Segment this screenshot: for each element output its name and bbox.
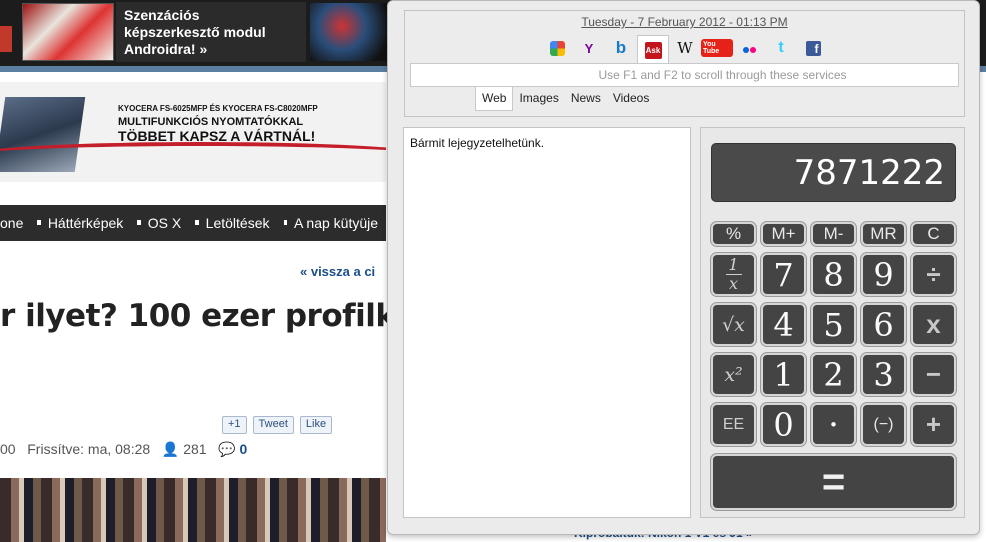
- search-service-bar: Y b Ask W You Tube t f: [541, 35, 829, 65]
- memory-recall-button[interactable]: MR: [861, 222, 906, 246]
- negate-button[interactable]: (−): [861, 403, 906, 446]
- nav-item[interactable]: A nap kütyüje: [294, 215, 378, 231]
- social-buttons: +1 Tweet Like: [222, 416, 333, 434]
- reciprocal-denominator: x: [728, 274, 739, 293]
- article-meta: 00 Frissítve: ma, 08:28 👤 281 💬 0: [0, 441, 247, 458]
- calculator-display: 7871222: [711, 143, 956, 202]
- multiply-button[interactable]: x: [911, 303, 956, 346]
- ask-service[interactable]: Ask: [637, 35, 669, 65]
- tweet-button[interactable]: Tweet: [252, 416, 294, 434]
- nav-item[interactable]: one: [0, 215, 23, 231]
- equals-button[interactable]: =: [711, 454, 956, 510]
- memory-add-button[interactable]: M+: [761, 222, 806, 246]
- search-type-tabs: Web Images News Videos: [475, 87, 655, 111]
- square-button[interactable]: x²: [711, 353, 756, 396]
- reciprocal-numerator: 1: [728, 255, 739, 274]
- comment-icon: 💬: [218, 441, 236, 457]
- view-count: 281: [183, 441, 207, 457]
- article-image: [0, 478, 386, 542]
- digit-4-button[interactable]: 4: [761, 303, 806, 346]
- yahoo-icon: Y: [584, 40, 594, 56]
- twitter-service[interactable]: t: [765, 35, 797, 61]
- wikipedia-service[interactable]: W: [669, 35, 701, 61]
- nav-separator: [37, 219, 41, 225]
- promo-box[interactable]: Szenzációs képszerkesztő modul Androidra…: [116, 2, 306, 62]
- clear-button[interactable]: C: [911, 222, 956, 246]
- notes-textarea[interactable]: [403, 127, 691, 518]
- nav-item[interactable]: Letöltések: [206, 215, 270, 231]
- digit-8-button[interactable]: 8: [811, 253, 856, 296]
- banner-swoosh: [0, 142, 386, 172]
- youtube-icon: You Tube: [701, 39, 733, 57]
- wikipedia-icon: W: [677, 39, 693, 57]
- digit-3-button[interactable]: 3: [861, 353, 906, 396]
- facebook-icon: f: [805, 40, 821, 56]
- tab-web[interactable]: Web: [475, 87, 514, 111]
- sidebar-widget-panel: Tuesday - 7 February 2012 - 01:13 PM Y b…: [387, 0, 980, 535]
- divide-button[interactable]: ÷: [911, 253, 956, 296]
- promo-thumbnail-2[interactable]: [310, 3, 390, 61]
- nav-separator: [137, 219, 141, 225]
- tab-news[interactable]: News: [565, 87, 607, 111]
- flickr-service[interactable]: [733, 35, 765, 61]
- nav-item[interactable]: Háttérképek: [48, 215, 123, 231]
- reciprocal-fraction: 1 x: [725, 255, 742, 293]
- percent-button[interactable]: %: [711, 222, 756, 246]
- article-updated: Frissítve: ma, 08:28: [27, 441, 151, 457]
- memory-subtract-button[interactable]: M-: [811, 222, 856, 246]
- comment-count[interactable]: 0: [240, 441, 248, 457]
- decimal-button[interactable]: ·: [811, 403, 856, 446]
- banner-line-1: KYOCERA FS-6025MFP ÉS KYOCERA FS-C8020MF…: [118, 104, 318, 113]
- article-headline: r ilyet? 100 ezer profilkép: [0, 298, 437, 334]
- digit-0-button[interactable]: 0: [761, 403, 806, 446]
- sqrt-button[interactable]: √x: [711, 303, 756, 346]
- digit-1-button[interactable]: 1: [761, 353, 806, 396]
- search-input[interactable]: [410, 63, 959, 87]
- site-navigation: one Háttérképek OS X Letöltések A nap kü…: [0, 205, 386, 241]
- promo-thumbnail[interactable]: [22, 3, 114, 61]
- facebook-service[interactable]: f: [797, 35, 829, 61]
- bing-service[interactable]: b: [605, 35, 637, 61]
- promo-headline[interactable]: Szenzációs képszerkesztő modul Androidra…: [124, 7, 298, 58]
- minus-button[interactable]: −: [911, 353, 956, 396]
- tab-images[interactable]: Images: [513, 87, 564, 111]
- nav-separator: [283, 219, 287, 225]
- ask-icon: Ask: [644, 42, 662, 59]
- calculator-widget: 7871222 % M+ M- MR C 1 x 7 8 9 ÷ √x 4 5 …: [700, 127, 965, 518]
- twitter-icon: t: [778, 39, 784, 56]
- digit-2-button[interactable]: 2: [811, 353, 856, 396]
- tab-videos[interactable]: Videos: [607, 87, 655, 111]
- digit-7-button[interactable]: 7: [761, 253, 806, 296]
- reciprocal-button[interactable]: 1 x: [711, 253, 756, 296]
- user-icon: 👤: [161, 441, 180, 457]
- banner-line-2: MULTIFUNKCIÓS NYOMTATÓKKAL: [118, 116, 304, 128]
- nav-item[interactable]: OS X: [148, 215, 181, 231]
- article-time: 00: [0, 441, 16, 457]
- digit-9-button[interactable]: 9: [861, 253, 906, 296]
- date-time-label[interactable]: Tuesday - 7 February 2012 - 01:13 PM: [405, 15, 964, 29]
- youtube-service[interactable]: You Tube: [701, 35, 733, 61]
- search-widget: Tuesday - 7 February 2012 - 01:13 PM Y b…: [404, 10, 965, 117]
- like-button[interactable]: Like: [299, 416, 333, 434]
- flickr-icon: [742, 41, 756, 56]
- google-service[interactable]: [541, 35, 573, 61]
- side-tab[interactable]: [0, 26, 12, 52]
- digit-6-button[interactable]: 6: [861, 303, 906, 346]
- bing-icon: b: [615, 38, 627, 57]
- digit-5-button[interactable]: 5: [811, 303, 856, 346]
- yahoo-service[interactable]: Y: [573, 35, 605, 61]
- google-icon: [549, 40, 565, 56]
- exponent-button[interactable]: EE: [711, 403, 756, 446]
- banner-line-3: TÖBBET KAPSZ A VÁRTNÁL!: [118, 128, 316, 144]
- plus-button[interactable]: +: [911, 403, 956, 446]
- advertisement-banner[interactable]: KYOCERA FS-6025MFP ÉS KYOCERA FS-C8020MF…: [0, 82, 386, 182]
- gplus-button[interactable]: +1: [222, 416, 247, 434]
- back-link[interactable]: « vissza a ci: [300, 264, 375, 279]
- nav-separator: [195, 219, 199, 225]
